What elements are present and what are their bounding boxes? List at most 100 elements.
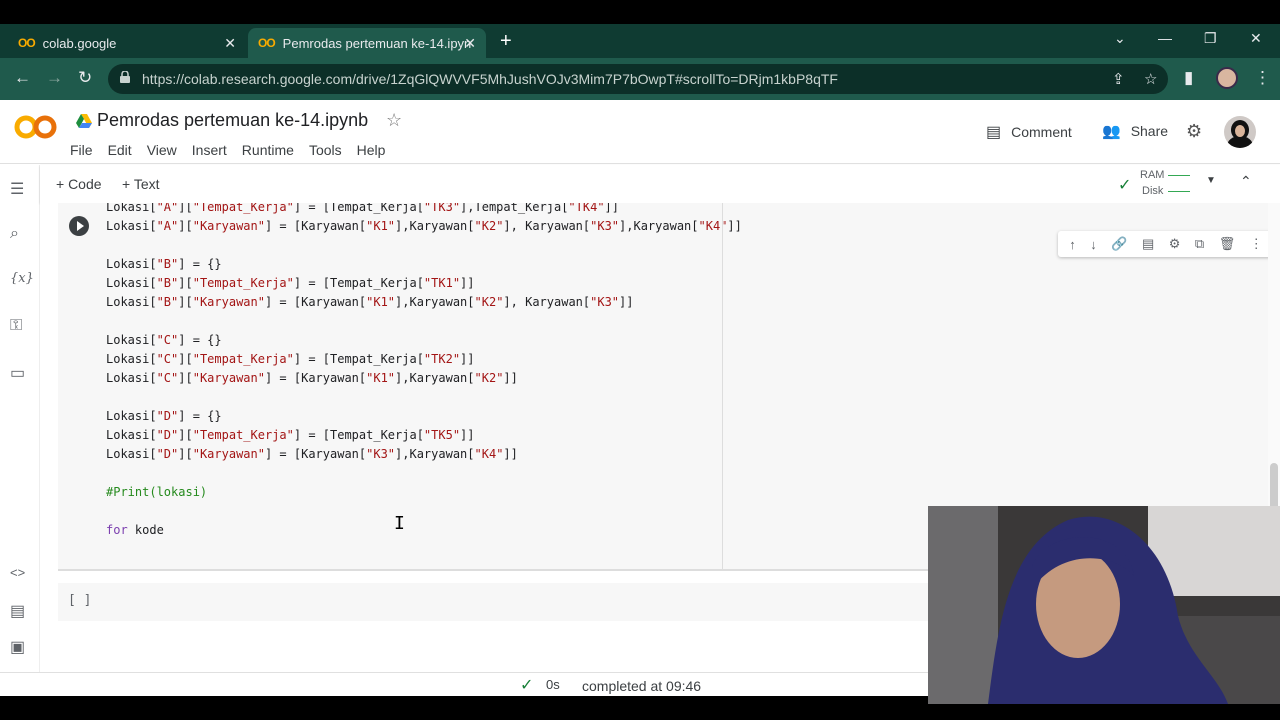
- string-token: "TK4": [568, 203, 605, 214]
- webcam-overlay: [928, 506, 1280, 704]
- notebook-title[interactable]: Pemrodas pertemuan ke-14.ipynb: [97, 110, 368, 131]
- star-icon[interactable]: ☆: [386, 110, 402, 131]
- string-token: "D": [156, 409, 179, 423]
- move-down-icon[interactable]: ↓: [1090, 237, 1097, 252]
- add-code-button[interactable]: + Code: [56, 176, 102, 192]
- side-panel-icon[interactable]: ▮: [1184, 68, 1193, 88]
- string-token: "C": [156, 333, 179, 347]
- close-tab-icon[interactable]: ✕: [464, 35, 476, 52]
- link-icon[interactable]: 🔗: [1111, 236, 1127, 252]
- code-token: ] = [Tempat_Kerja[: [293, 352, 424, 366]
- code-line: #Print(lokasi): [106, 483, 742, 502]
- code-token: Lokasi[: [106, 352, 157, 366]
- minimize-icon[interactable]: —: [1158, 30, 1172, 46]
- string-token: "K2": [474, 219, 504, 233]
- run-cell-button[interactable]: [69, 216, 89, 236]
- ram-label: RAM: [1140, 169, 1165, 181]
- code-token: ]]: [460, 428, 475, 442]
- address-bar[interactable]: https://colab.research.google.com/drive/…: [108, 64, 1168, 94]
- menu-view[interactable]: View: [147, 142, 177, 158]
- menu-insert[interactable]: Insert: [192, 142, 227, 158]
- code-token: ][: [178, 203, 193, 214]
- share-page-icon[interactable]: ⇪: [1112, 70, 1125, 88]
- command-palette-icon[interactable]: ▤: [10, 601, 25, 621]
- code-token: ],Karyawan[: [395, 219, 475, 233]
- comment-button[interactable]: ▤ Comment: [986, 122, 1072, 142]
- add-text-button[interactable]: + Text: [122, 176, 160, 192]
- menu-edit[interactable]: Edit: [108, 142, 132, 158]
- browser-menu-icon[interactable]: ⋮: [1254, 68, 1271, 88]
- code-line: Lokasi["D"]["Tempat_Kerja"] = [Tempat_Ke…: [106, 426, 742, 445]
- code-token: Lokasi[: [106, 428, 157, 442]
- terminal-icon[interactable]: ▣: [10, 637, 25, 657]
- code-token: ][: [178, 447, 193, 461]
- code-editor[interactable]: Lokasi["A"]["Tempat_Kerja"] = [Tempat_Ke…: [106, 203, 742, 540]
- string-token: "A": [156, 203, 179, 214]
- share-button[interactable]: 👥 Share: [1102, 122, 1168, 140]
- avatar[interactable]: [1224, 116, 1256, 148]
- string-token: "Tempat_Kerja": [192, 352, 294, 366]
- string-token: "K2": [474, 371, 504, 385]
- menu-tools[interactable]: Tools: [309, 142, 342, 158]
- comment-icon: ▤: [986, 124, 1002, 141]
- close-window-icon[interactable]: ✕: [1250, 30, 1262, 47]
- string-token: "K3": [590, 219, 620, 233]
- colab-logo[interactable]: [14, 114, 58, 140]
- chevron-up-icon[interactable]: ⌃: [1240, 173, 1252, 190]
- restore-icon[interactable]: ❐: [1204, 30, 1217, 47]
- chevron-down-icon[interactable]: ▼: [1206, 175, 1216, 186]
- tab-notebook[interactable]: OO Pemrodas pertemuan ke-14.ipyn ✕: [248, 28, 486, 58]
- code-token: ] = [Tempat_Kerja[: [293, 276, 424, 290]
- line-length-ruler: [722, 203, 723, 571]
- code-token: ] = [Tempat_Kerja[: [293, 203, 424, 214]
- disk-bar: [1168, 191, 1190, 192]
- code-line: Lokasi["A"]["Karyawan"] = [Karyawan["K1"…: [106, 217, 742, 236]
- back-icon[interactable]: ←: [14, 68, 31, 88]
- connected-check-icon: ✓: [1118, 177, 1132, 194]
- close-tab-icon[interactable]: ✕: [224, 35, 236, 52]
- drive-icon[interactable]: [76, 114, 92, 128]
- string-token: "K4": [698, 219, 728, 233]
- menu-file[interactable]: File: [70, 142, 93, 158]
- variables-icon[interactable]: {x}: [10, 271, 34, 286]
- code-token: ]]: [503, 447, 518, 461]
- code-token: ],Karyawan[: [395, 447, 475, 461]
- lock-icon: [120, 71, 130, 83]
- code-token: ]]: [460, 276, 475, 290]
- table-of-contents-icon[interactable]: ☰: [10, 179, 24, 199]
- reload-icon[interactable]: ↻: [78, 68, 92, 88]
- code-token: Lokasi[: [106, 409, 157, 423]
- tab-colab-google[interactable]: OO colab.google ✕: [8, 28, 246, 58]
- tab-search-icon[interactable]: ⌄: [1114, 30, 1126, 47]
- gear-icon[interactable]: ⚙: [1186, 121, 1202, 142]
- search-icon[interactable]: ⌕: [10, 225, 19, 243]
- new-tab-icon[interactable]: +: [500, 30, 512, 53]
- more-icon[interactable]: ⋮: [1250, 236, 1263, 252]
- menu-runtime[interactable]: Runtime: [242, 142, 294, 158]
- bookmark-star-icon[interactable]: ☆: [1144, 70, 1157, 88]
- code-snippets-icon[interactable]: <>: [10, 565, 25, 580]
- string-token: "A": [156, 219, 179, 233]
- menu-help[interactable]: Help: [357, 142, 386, 158]
- code-line: Lokasi["C"]["Tempat_Kerja"] = [Tempat_Ke…: [106, 350, 742, 369]
- folder-icon[interactable]: ▭: [10, 363, 25, 383]
- cell-settings-icon[interactable]: ⚙: [1169, 236, 1181, 252]
- text-cursor-icon: I: [394, 513, 405, 534]
- delete-icon[interactable]: 🗑: [1219, 236, 1236, 252]
- profile-avatar[interactable]: [1216, 67, 1238, 89]
- comment-cell-icon[interactable]: ▤: [1142, 236, 1154, 252]
- string-token: "Karyawan": [192, 447, 265, 461]
- key-icon[interactable]: ⚿: [10, 317, 22, 335]
- code-token: Lokasi[: [106, 333, 157, 347]
- code-token: Lokasi[: [106, 219, 157, 233]
- mirror-cell-icon[interactable]: ⧉: [1195, 236, 1204, 252]
- cell-actions: ↑ ↓ 🔗 ▤ ⚙ ⧉ 🗑 ⋮: [1058, 231, 1268, 257]
- forward-icon[interactable]: →: [46, 68, 63, 88]
- code-token: ] = [Karyawan[: [264, 295, 367, 309]
- code-token: ] = {}: [178, 257, 222, 271]
- execution-status[interactable]: completed at 09:46: [582, 678, 701, 694]
- move-up-icon[interactable]: ↑: [1069, 237, 1076, 252]
- left-sidebar: ☰ ⌕ {x} ⚿ ▭ <> ▤ ▣: [0, 165, 40, 696]
